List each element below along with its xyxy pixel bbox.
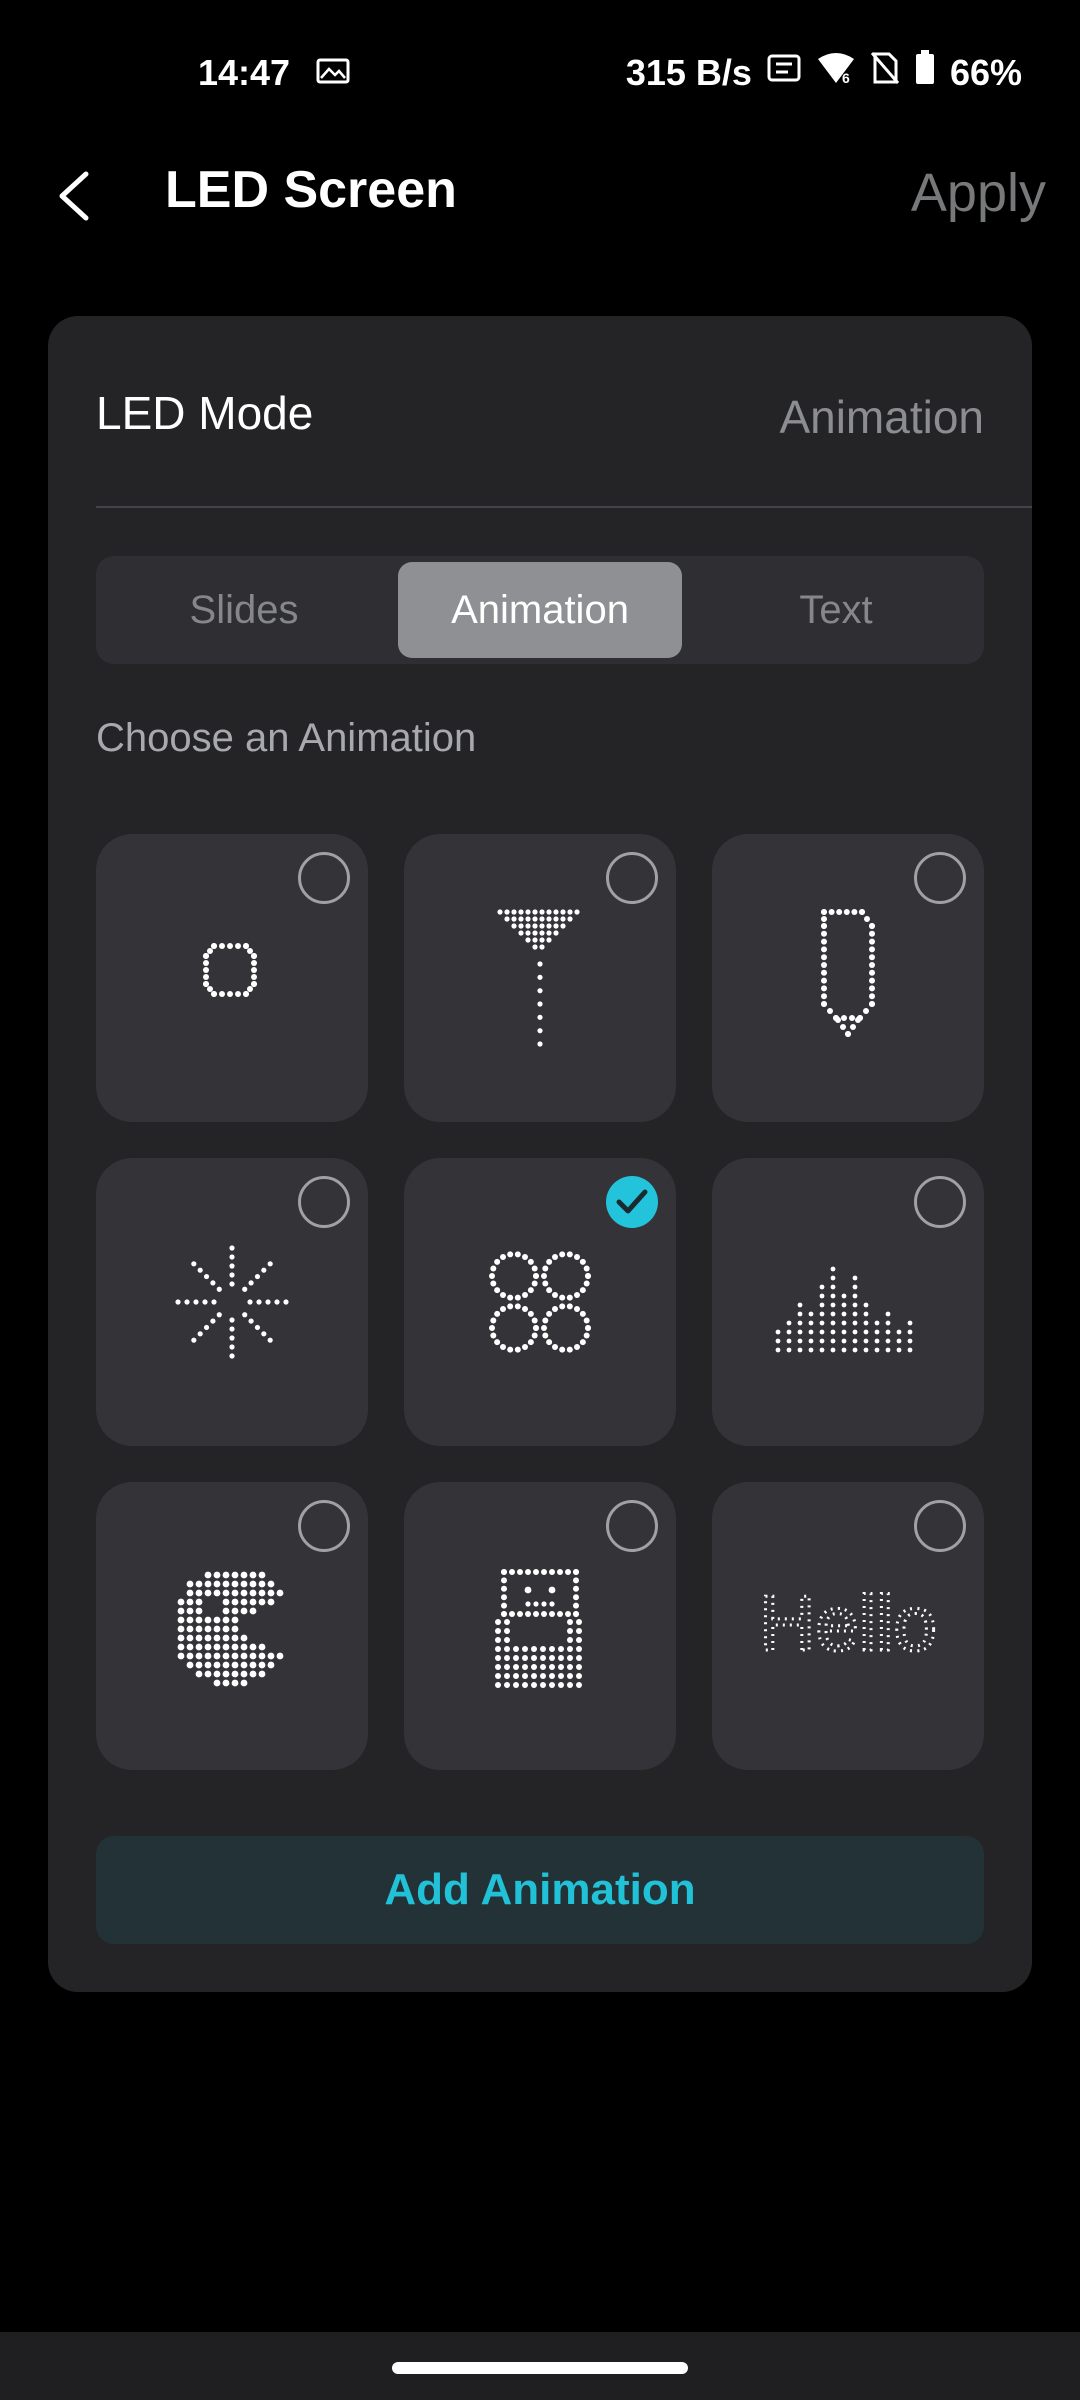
battery-percent: 66%: [949, 51, 1022, 93]
page-title: LED Screen: [165, 161, 457, 219]
refresh-rate-120hz-icon: [766, 52, 802, 94]
tab-slides[interactable]: Slides: [102, 562, 386, 658]
net-speed: 315 B/s: [625, 51, 752, 93]
animation-tile-ring[interactable]: [96, 834, 368, 1122]
radio-button[interactable]: [606, 852, 658, 904]
status-bar: 14:47 315 B/s 6 66%: [0, 0, 1080, 150]
animation-tile-clover[interactable]: [404, 1158, 676, 1446]
status-indicators: 315 B/s 6 66%: [626, 50, 1022, 95]
led-mode-row[interactable]: LED Mode Animation: [96, 386, 984, 443]
animation-tile-funnel[interactable]: [404, 834, 676, 1122]
radio-button[interactable]: [298, 1176, 350, 1228]
animation-tile-robot[interactable]: [404, 1482, 676, 1770]
radio-button[interactable]: [914, 1500, 966, 1552]
radio-button[interactable]: [606, 1500, 658, 1552]
back-arrow-icon: [59, 171, 89, 221]
add-animation-button[interactable]: Add Animation: [96, 1836, 984, 1944]
animation-tile-equalizer[interactable]: [712, 1158, 984, 1446]
home-indicator[interactable]: [392, 2362, 688, 2374]
animation-tile-firework[interactable]: [96, 1158, 368, 1446]
radio-button[interactable]: [914, 1176, 966, 1228]
divider: [96, 506, 1032, 508]
wifi-6-icon: 6: [816, 51, 856, 94]
check-icon: [616, 1189, 648, 1214]
radio-button-selected[interactable]: [606, 1176, 658, 1228]
no-sim-icon: [870, 51, 900, 94]
radio-button[interactable]: [914, 852, 966, 904]
svg-text:6: 6: [842, 70, 850, 85]
radio-button[interactable]: [298, 852, 350, 904]
status-time: 14:47: [198, 52, 291, 93]
led-mode-value: Animation: [779, 391, 984, 443]
battery-icon: [914, 50, 936, 95]
tab-animation[interactable]: Animation: [398, 562, 682, 658]
section-label: Choose an Animation: [96, 716, 477, 760]
app-bar: LED Screen Apply: [0, 150, 1080, 240]
led-settings-card: LED Mode Animation Slides Animation Text…: [48, 316, 1032, 1992]
animation-tile-balloon[interactable]: [712, 834, 984, 1122]
animation-tile-pacman[interactable]: [96, 1482, 368, 1770]
apply-button[interactable]: Apply: [911, 162, 1046, 224]
led-mode-label: LED Mode: [96, 387, 314, 439]
tab-text[interactable]: Text: [694, 562, 978, 658]
image-icon: [316, 58, 350, 89]
hello-label: Hello: [759, 1579, 937, 1667]
animation-tile-hello[interactable]: Hello: [712, 1482, 984, 1770]
radio-button[interactable]: [298, 1500, 350, 1552]
back-button[interactable]: [50, 160, 110, 230]
mode-tabs: Slides Animation Text: [96, 556, 984, 664]
navigation-bar: [0, 2332, 1080, 2400]
